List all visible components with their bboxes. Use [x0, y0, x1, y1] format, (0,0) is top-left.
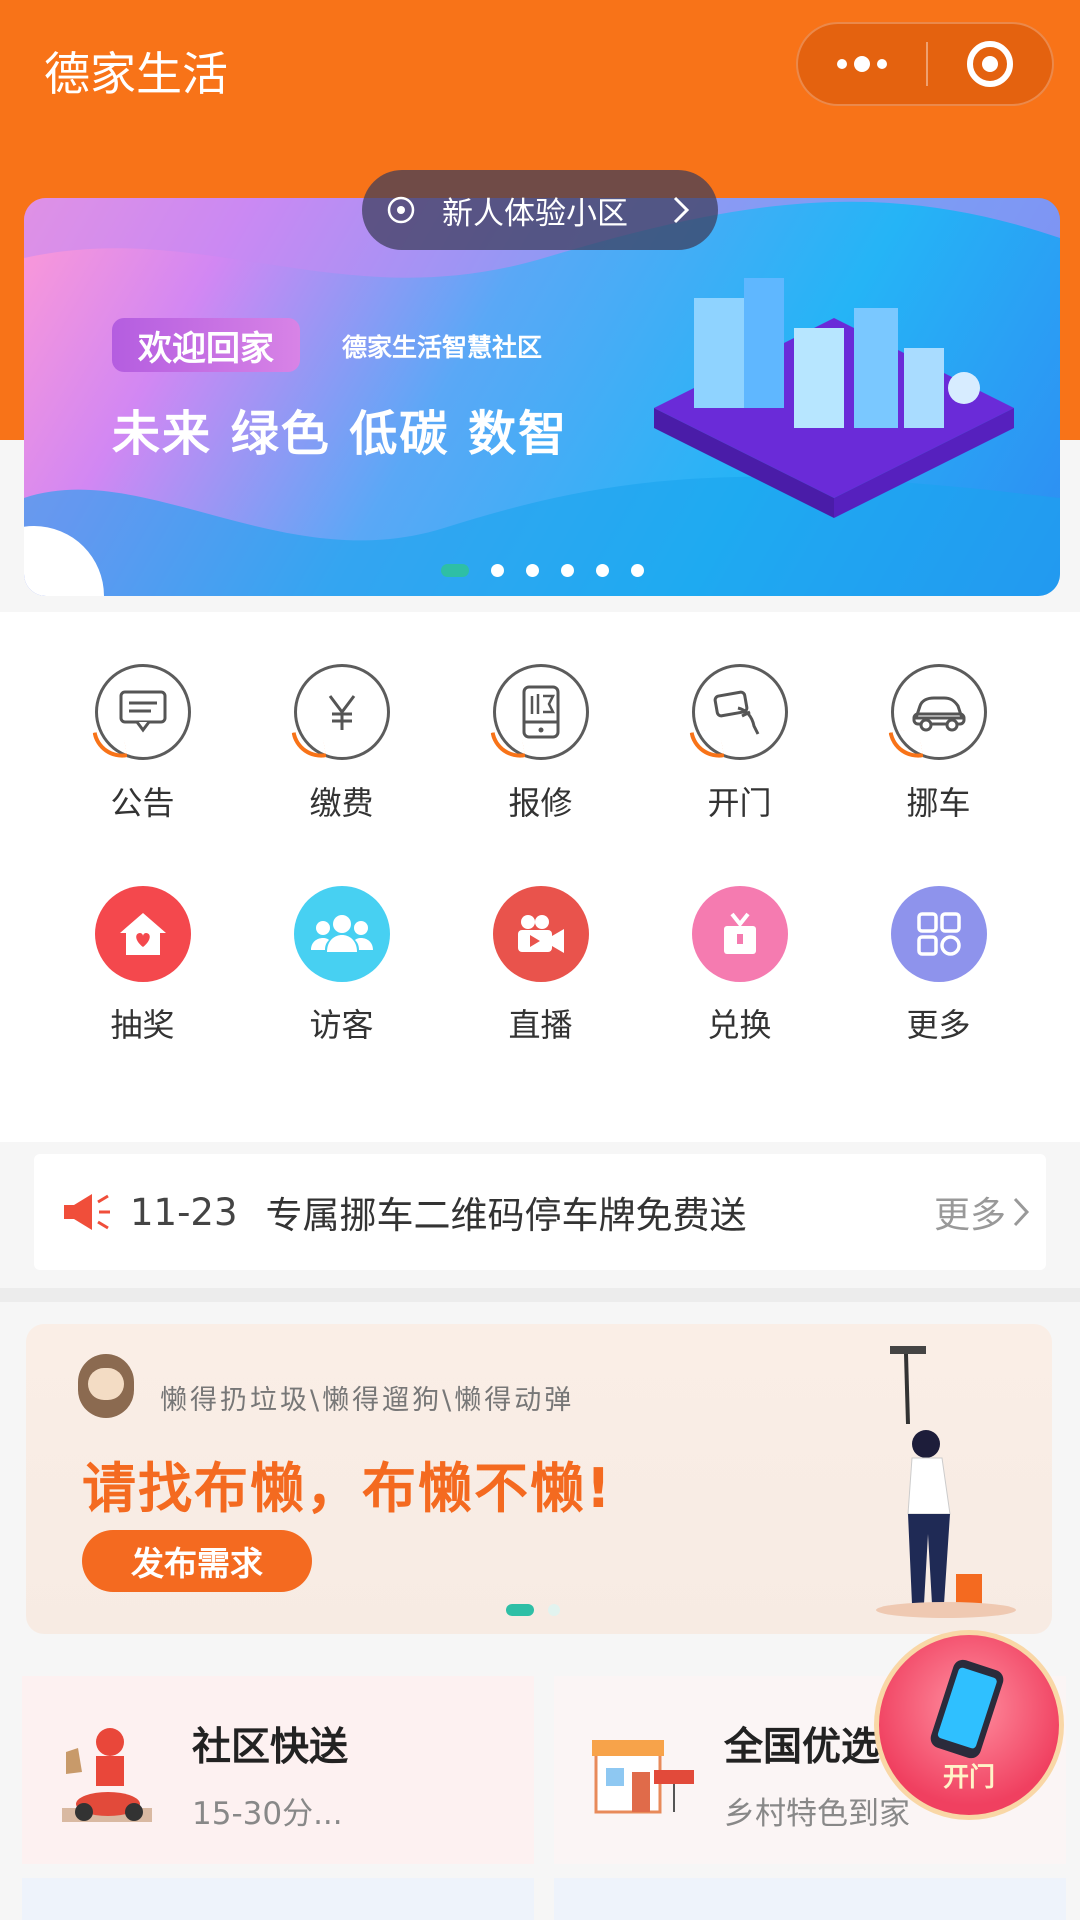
service-exchange[interactable]: 兑换	[640, 886, 839, 1108]
yuan-icon	[293, 664, 390, 760]
service-payment[interactable]: 缴费	[242, 664, 441, 886]
service-row-primary: 公告 缴费 报修 开门 挪车	[0, 664, 1080, 886]
chevron-right-icon	[673, 196, 690, 224]
promo-banner[interactable]: 懒得扔垃圾\懒得遛狗\懒得动弹 请找布懒，布懒不懒! 发布需求	[26, 1324, 1052, 1634]
service-label: 挪车	[906, 784, 971, 822]
notice-more-label: 更多	[933, 1195, 1006, 1236]
delivery-rider-icon	[62, 1728, 152, 1822]
service-label: 更多	[906, 1006, 971, 1044]
location-dot-icon	[387, 196, 415, 224]
banner-dot	[630, 564, 644, 577]
notice-text: 专属挪车二维码停车牌免费送	[265, 1194, 747, 1237]
service-announcement[interactable]: 公告	[43, 664, 242, 886]
service-label: 开门	[707, 784, 772, 822]
floating-open-door-button[interactable]: 开门	[874, 1630, 1064, 1820]
visitors-icon	[293, 886, 390, 982]
service-label: 直播	[508, 1006, 573, 1044]
banner-slogan: 未来 绿色 低碳 数智	[112, 406, 569, 462]
card-subtitle: 15-30分...	[192, 1796, 343, 1832]
chevron-right-icon	[1013, 1197, 1030, 1227]
banner-subtitle: 德家生活智慧社区	[342, 333, 543, 362]
repair-icon	[492, 664, 589, 760]
video-camera-icon	[492, 886, 589, 982]
notice-bar[interactable]: 11-23 专属挪车二维码停车牌免费送 更多	[34, 1154, 1046, 1270]
welcome-chip: 欢迎回家	[112, 318, 300, 372]
fab-label: 开门	[942, 1763, 995, 1793]
promo-dot-active	[506, 1604, 534, 1616]
service-label: 缴费	[309, 784, 374, 822]
service-label: 报修	[508, 784, 573, 822]
service-more[interactable]: 更多	[839, 886, 1038, 1108]
door-card-icon	[691, 664, 788, 760]
card-community-delivery[interactable]: 社区快送 15-30分...	[22, 1676, 534, 1864]
banner-dot	[525, 564, 539, 577]
section-divider	[0, 1288, 1080, 1302]
banner-dot	[595, 564, 609, 577]
more-menu-button[interactable]	[798, 24, 926, 104]
phone-key-icon	[928, 1657, 1006, 1761]
card-title: 社区快送	[192, 1725, 349, 1770]
store-front-icon	[592, 1740, 694, 1814]
banner-dot	[560, 564, 574, 577]
service-open-door[interactable]: 开门	[640, 664, 839, 886]
service-label: 公告	[110, 784, 175, 822]
service-label: 兑换	[707, 1006, 772, 1044]
announcement-icon	[94, 664, 191, 760]
smart-city-illustration	[654, 278, 1014, 518]
next-card-row-partial	[554, 1878, 1066, 1920]
banner-pagination	[24, 564, 1060, 577]
service-grid: 公告 缴费 报修 开门 挪车 抽奖 访客 直播 兑换 更多	[0, 664, 1080, 1108]
promo-pagination	[506, 1604, 560, 1616]
cleaning-woman-illustration	[876, 1346, 1016, 1618]
card-subtitle: 乡村特色到家	[724, 1796, 910, 1832]
publish-request-button[interactable]: 发布需求	[82, 1530, 312, 1592]
promo-dot	[548, 1604, 560, 1616]
service-label: 访客	[309, 1006, 374, 1044]
target-circle-icon	[967, 41, 1013, 87]
hero-banner[interactable]: 欢迎回家 德家生活智慧社区 未来 绿色 低碳 数智	[24, 198, 1060, 596]
sloth-avatar-icon	[78, 1354, 134, 1418]
grid-icon	[890, 886, 987, 982]
mini-program-capsule	[796, 22, 1054, 106]
service-visitors[interactable]: 访客	[242, 886, 441, 1108]
car-icon	[890, 664, 987, 760]
next-card-row-partial	[22, 1878, 534, 1920]
megaphone-icon	[64, 1194, 110, 1230]
ellipsis-icon	[837, 56, 887, 72]
community-name: 新人体验小区	[442, 195, 628, 232]
promo-tags: 懒得扔垃圾\懒得遛狗\懒得动弹	[160, 1385, 575, 1416]
service-label: 抽奖	[110, 1006, 175, 1044]
house-heart-icon	[94, 886, 191, 982]
service-row-secondary: 抽奖 访客 直播 兑换 更多	[0, 886, 1080, 1108]
app-title: 德家生活	[44, 47, 228, 101]
service-repair[interactable]: 报修	[441, 664, 640, 886]
banner-dot	[490, 564, 504, 577]
notice-date: 11-23	[130, 1190, 238, 1234]
community-selector[interactable]: 新人体验小区	[362, 170, 718, 250]
card-title: 全国优选	[724, 1725, 881, 1770]
service-grid-panel: 公告 缴费 报修 开门 挪车 抽奖 访客 直播 兑换 更多	[0, 612, 1080, 1142]
promo-headline: 请找布懒，布懒不懒!	[82, 1457, 613, 1520]
service-move-car[interactable]: 挪车	[839, 664, 1038, 886]
notice-more-link[interactable]: 更多	[934, 1186, 1030, 1238]
service-live[interactable]: 直播	[441, 886, 640, 1108]
gift-icon	[691, 886, 788, 982]
service-lottery[interactable]: 抽奖	[43, 886, 242, 1108]
banner-dot-active	[440, 564, 469, 577]
close-mini-program-button[interactable]	[928, 24, 1052, 104]
